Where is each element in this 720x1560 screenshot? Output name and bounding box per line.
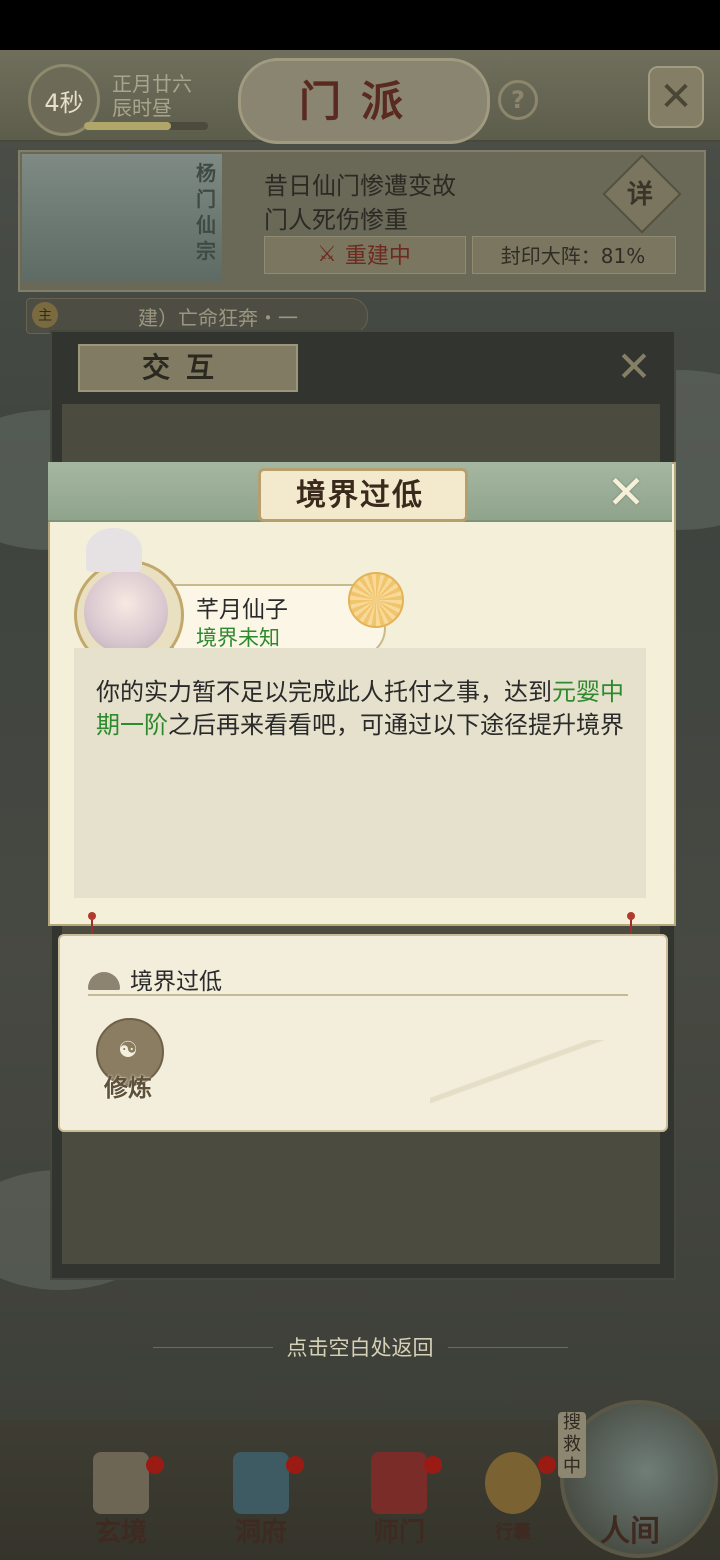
npc-avatar bbox=[84, 570, 168, 654]
crossed-swords-icon: ⚔ bbox=[317, 241, 337, 267]
knot-right bbox=[627, 912, 635, 920]
sect-description-line1: 昔日仙门惨遭变故 bbox=[264, 172, 456, 200]
notification-dot bbox=[286, 1456, 304, 1474]
panel-divider bbox=[88, 994, 628, 996]
page-title: 门派 bbox=[298, 76, 423, 126]
main-quest-text: 建）亡命狂奔・一 bbox=[138, 306, 298, 330]
panel-title: 境界过低 bbox=[130, 969, 222, 995]
tap-to-return-hint[interactable]: 点击空白处返回 bbox=[0, 1330, 720, 1364]
nav-item-shimen[interactable]: 师门 bbox=[344, 1452, 454, 1552]
rebuild-label: 重建中 bbox=[344, 244, 411, 269]
message-text: 你的实力暂不足以完成此人托付之事，达到 bbox=[96, 678, 552, 706]
sect-illustration bbox=[22, 154, 222, 282]
interaction-title: 交互 bbox=[141, 351, 230, 384]
crossed-swords-close-icon[interactable]: ✕ bbox=[648, 66, 704, 128]
nav-label: 行囊 bbox=[495, 1522, 531, 1543]
dialog-message: 你的实力暂不足以完成此人托付之事，达到元婴中期一阶之后再来看看吧，可通过以下途径… bbox=[96, 676, 626, 742]
rebuild-status[interactable]: ⚔ 重建中 bbox=[264, 236, 464, 272]
interaction-close-icon[interactable]: ✕ bbox=[614, 342, 654, 391]
time-progress-fill bbox=[84, 122, 171, 130]
notification-dot bbox=[424, 1456, 442, 1474]
nav-item-xuanjing[interactable]: 玄境 bbox=[66, 1452, 176, 1552]
question-icon[interactable]: ? bbox=[498, 80, 538, 120]
nav-item-xingnang[interactable]: 行囊 bbox=[458, 1452, 568, 1552]
sect-description-line2: 门人死伤惨重 bbox=[264, 206, 408, 234]
cultivate-label[interactable]: 修炼 bbox=[94, 1068, 162, 1103]
close-icon[interactable]: ✕ bbox=[604, 465, 648, 519]
message-text-continued: 之后再来看看吧，可通过以下途径提升境界 bbox=[168, 711, 624, 739]
avatar-hair bbox=[86, 528, 142, 572]
scroll-icon bbox=[93, 1452, 149, 1514]
pouch-icon bbox=[485, 1452, 541, 1514]
fan-icon bbox=[348, 572, 404, 628]
hint-text: 点击空白处返回 bbox=[286, 1336, 434, 1360]
dialog-title: 境界过低 bbox=[296, 478, 424, 513]
searching-badge: 搜救中 bbox=[558, 1412, 586, 1478]
detail-button-label[interactable]: 详 bbox=[614, 166, 666, 218]
bamboo-leaf-decoration bbox=[430, 1040, 630, 1110]
notification-dot bbox=[146, 1456, 164, 1474]
lantern-icon bbox=[233, 1452, 289, 1514]
sect-name: 杨门仙宗 bbox=[196, 161, 216, 263]
nav-item-dongfu[interactable]: 洞府 bbox=[206, 1452, 316, 1552]
hint-right-line bbox=[447, 1346, 568, 1348]
knot-left bbox=[88, 912, 96, 920]
banner-icon bbox=[371, 1452, 427, 1514]
nav-label: 师门 bbox=[372, 1518, 425, 1548]
hint-left-line bbox=[152, 1346, 273, 1348]
nav-label: 玄境 bbox=[94, 1518, 147, 1548]
nav-label: 洞府 bbox=[234, 1518, 287, 1548]
seal-status: 封印大阵：81% bbox=[500, 243, 646, 268]
npc-name: 芊月仙子 bbox=[196, 597, 288, 623]
main-quest-badge: 主 bbox=[32, 302, 58, 328]
time-of-day: 辰时昼 bbox=[112, 96, 172, 120]
notification-dot bbox=[538, 1456, 556, 1474]
world-label: 人间 bbox=[600, 1514, 660, 1549]
